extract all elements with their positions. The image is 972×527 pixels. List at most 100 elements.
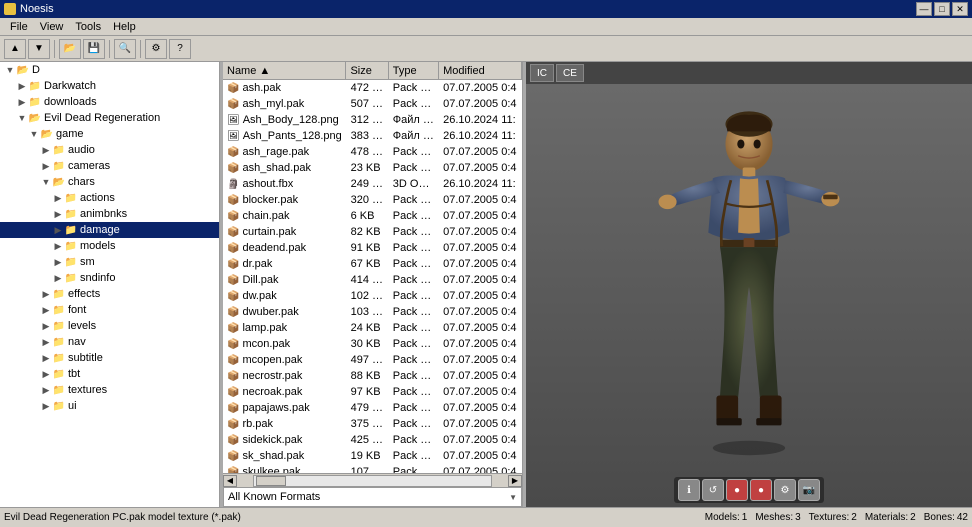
file-name: 📦dw.pak: [223, 290, 347, 302]
file-modified: 07.07.2005 0:4: [439, 226, 522, 238]
col-header-type[interactable]: Type: [389, 62, 439, 79]
file-row[interactable]: 📦mcon.pak30 KBPack File07.07.2005 0:4: [223, 336, 522, 352]
viewport-btn-ic[interactable]: IC: [530, 64, 554, 82]
character-viewport[interactable]: [526, 84, 972, 507]
tree-item-evil-dead-regeneration[interactable]: ▼📂Evil Dead Regeneration: [0, 110, 219, 126]
vp-sphere1-btn[interactable]: ●: [726, 479, 748, 501]
toolbar-down[interactable]: ▼: [28, 39, 50, 59]
tree-item-ui[interactable]: ▶📁ui: [0, 398, 219, 414]
file-row[interactable]: 📦lamp.pak24 KBPack File07.07.2005 0:4: [223, 320, 522, 336]
vp-info-btn[interactable]: ℹ: [678, 479, 700, 501]
tree-item-sndinfo[interactable]: ▶📁sndinfo: [0, 270, 219, 286]
file-row[interactable]: 📦curtain.pak82 KBPack File07.07.2005 0:4: [223, 224, 522, 240]
vp-rotate-btn[interactable]: ↺: [702, 479, 724, 501]
toolbar-save[interactable]: 💾: [83, 39, 105, 59]
horizontal-scrollbar[interactable]: ◀ ▶: [223, 473, 522, 487]
viewport-btn-ce[interactable]: CE: [556, 64, 584, 82]
file-modified: 07.07.2005 0:4: [439, 450, 522, 462]
col-header-name[interactable]: Name ▲: [223, 62, 346, 79]
file-row[interactable]: 📦dw.pak102 KBPack File07.07.2005 0:4: [223, 288, 522, 304]
file-row[interactable]: 📦chain.pak6 KBPack File07.07.2005 0:4: [223, 208, 522, 224]
tree-item-tbt[interactable]: ▶📁tbt: [0, 366, 219, 382]
file-row[interactable]: 🗿ashout.fbx249 KB3D Object26.10.2024 11:: [223, 176, 522, 192]
h-scrollbar-thumb[interactable]: [256, 476, 286, 486]
file-type: Pack File: [389, 242, 439, 254]
file-name: 📦chain.pak: [223, 210, 347, 222]
minimize-button[interactable]: —: [916, 2, 932, 16]
tree-item-damage[interactable]: ▶📁damage: [0, 222, 219, 238]
file-type: Pack File: [389, 258, 439, 270]
file-row[interactable]: 📦ash.pak472 KBPack File07.07.2005 0:4: [223, 80, 522, 96]
file-row[interactable]: 📦necrostr.pak88 KBPack File07.07.2005 0:…: [223, 368, 522, 384]
file-modified: 07.07.2005 0:4: [439, 402, 522, 414]
vp-camera-btn[interactable]: 📷: [798, 479, 820, 501]
tree-item-downloads[interactable]: ▶📁downloads: [0, 94, 219, 110]
vp-sphere2-btn[interactable]: ●: [750, 479, 772, 501]
file-row[interactable]: 📦skulkee.pak107 KBPack File07.07.2005 0:…: [223, 464, 522, 473]
tree-item-nav[interactable]: ▶📁nav: [0, 334, 219, 350]
tree-item-font[interactable]: ▶📁font: [0, 302, 219, 318]
file-type-dropdown[interactable]: All Known Formats ▼: [223, 487, 522, 507]
file-name-text: Dill.pak: [242, 274, 278, 286]
file-size: 6 KB: [347, 210, 389, 222]
stat-models: Models: 1: [705, 512, 748, 523]
file-name-text: blocker.pak: [242, 194, 298, 206]
tree-item-actions[interactable]: ▶📁actions: [0, 190, 219, 206]
file-type: Pack File: [389, 386, 439, 398]
close-button[interactable]: ✕: [952, 2, 968, 16]
tree-item-cameras[interactable]: ▶📁cameras: [0, 158, 219, 174]
tree-item-textures[interactable]: ▶📁textures: [0, 382, 219, 398]
file-row[interactable]: 📦dr.pak67 KBPack File07.07.2005 0:4: [223, 256, 522, 272]
file-row[interactable]: 📦mcopen.pak497 KBPack File07.07.2005 0:4: [223, 352, 522, 368]
maximize-button[interactable]: □: [934, 2, 950, 16]
tree-item-levels[interactable]: ▶📁levels: [0, 318, 219, 334]
h-scrollbar-track[interactable]: [253, 475, 492, 487]
tree-item-chars[interactable]: ▼📂chars: [0, 174, 219, 190]
tree-item-models[interactable]: ▶📁models: [0, 238, 219, 254]
file-row[interactable]: 📦deadend.pak91 KBPack File07.07.2005 0:4: [223, 240, 522, 256]
file-list-body[interactable]: 📦ash.pak472 KBPack File07.07.2005 0:4📦as…: [223, 80, 522, 473]
toolbar-open[interactable]: 📂: [59, 39, 81, 59]
tree-item-effects[interactable]: ▶📁effects: [0, 286, 219, 302]
scroll-left-btn[interactable]: ◀: [223, 475, 237, 487]
toolbar-search[interactable]: 🔍: [114, 39, 136, 59]
tree-item-animbnks[interactable]: ▶📁animbnks: [0, 206, 219, 222]
tree-expand-icon: ▶: [16, 80, 28, 92]
file-name-text: curtain.pak: [242, 226, 296, 238]
menu-help[interactable]: Help: [107, 20, 142, 34]
file-row[interactable]: 📦sk_shad.pak19 KBPack File07.07.2005 0:4: [223, 448, 522, 464]
tree-expand-icon: ▶: [40, 384, 52, 396]
file-row[interactable]: 📦blocker.pak320 KBPack File07.07.2005 0:…: [223, 192, 522, 208]
file-row[interactable]: 📦ash_rage.pak478 KBPack File07.07.2005 0…: [223, 144, 522, 160]
toolbar-up[interactable]: ▲: [4, 39, 26, 59]
file-row[interactable]: 📦ash_shad.pak23 KBPack File07.07.2005 0:…: [223, 160, 522, 176]
tree-item-d[interactable]: ▼📂D: [0, 62, 219, 78]
scroll-right-btn[interactable]: ▶: [508, 475, 522, 487]
menu-file[interactable]: File: [4, 20, 34, 34]
file-size: 91 KB: [347, 242, 389, 254]
col-header-size[interactable]: Size: [346, 62, 388, 79]
menu-tools[interactable]: Tools: [69, 20, 107, 34]
tree-item-darkwatch[interactable]: ▶📁Darkwatch: [0, 78, 219, 94]
tree-item-game[interactable]: ▼📂game: [0, 126, 219, 142]
col-header-modified[interactable]: Modified: [439, 62, 522, 79]
file-row[interactable]: 📦dwuber.pak103 KBPack File07.07.2005 0:4: [223, 304, 522, 320]
toolbar-settings[interactable]: ⚙: [145, 39, 167, 59]
tree-item-subtitle[interactable]: ▶📁subtitle: [0, 350, 219, 366]
materials-value: 2: [910, 512, 916, 523]
file-type: Pack File: [389, 98, 439, 110]
file-row[interactable]: 📦rb.pak375 KBPack File07.07.2005 0:4: [223, 416, 522, 432]
file-row[interactable]: 📦Dill.pak414 KBPack File07.07.2005 0:4: [223, 272, 522, 288]
file-row[interactable]: 📦sidekick.pak425 KBPack File07.07.2005 0…: [223, 432, 522, 448]
file-row[interactable]: 🖼Ash_Body_128.png312 KBФайл 'PNG'26.10.2…: [223, 112, 522, 128]
file-row[interactable]: 🖼Ash_Pants_128.png383 KBФайл 'PNG'26.10.…: [223, 128, 522, 144]
file-row[interactable]: 📦papajaws.pak479 KBPack File07.07.2005 0…: [223, 400, 522, 416]
toolbar-help[interactable]: ?: [169, 39, 191, 59]
tree-item-sm[interactable]: ▶📁sm: [0, 254, 219, 270]
file-row[interactable]: 📦ash_myl.pak507 KBPack File07.07.2005 0:…: [223, 96, 522, 112]
vp-settings-btn[interactable]: ⚙: [774, 479, 796, 501]
tree-item-audio[interactable]: ▶📁audio: [0, 142, 219, 158]
file-name-text: chain.pak: [242, 210, 289, 222]
menu-view[interactable]: View: [34, 20, 70, 34]
file-row[interactable]: 📦necroak.pak97 KBPack File07.07.2005 0:4: [223, 384, 522, 400]
